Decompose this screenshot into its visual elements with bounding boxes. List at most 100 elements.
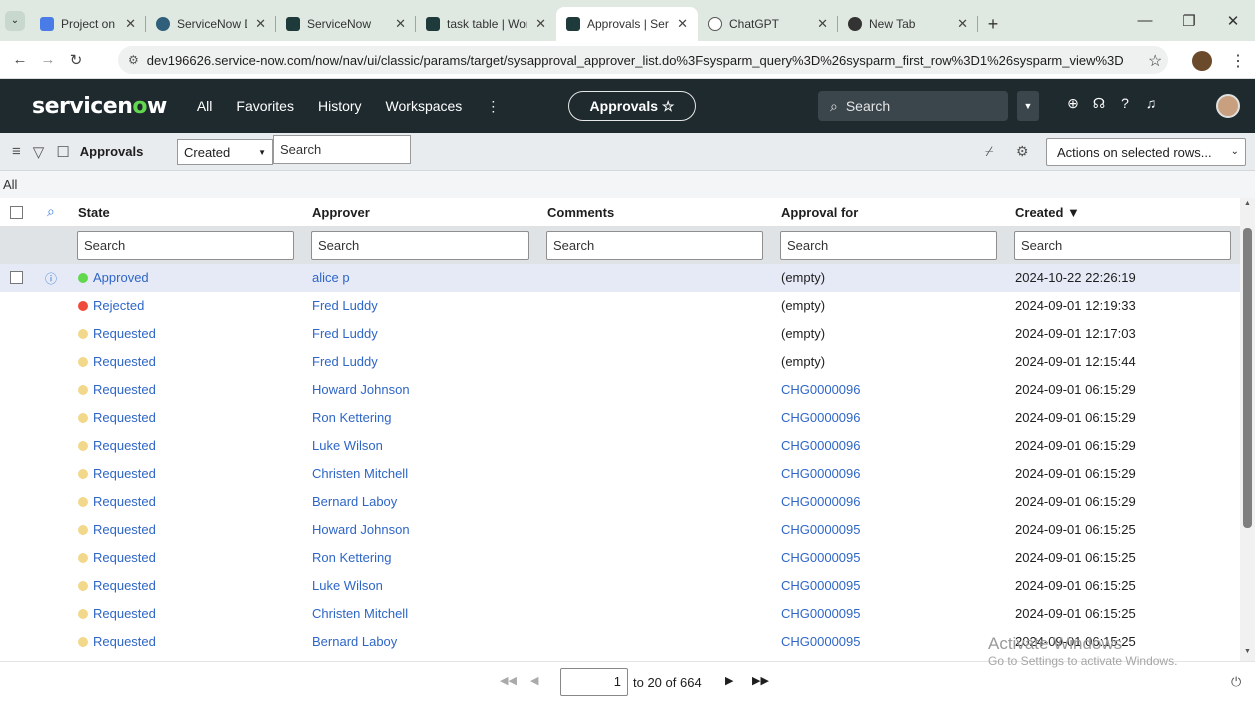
select-all-checkbox[interactable] bbox=[10, 206, 23, 219]
state-cell[interactable]: Requested bbox=[78, 326, 156, 341]
forward-arrow-icon[interactable]: → bbox=[34, 51, 62, 68]
approver-cell[interactable]: Howard Johnson bbox=[312, 522, 410, 537]
approver-cell[interactable]: Luke Wilson bbox=[312, 438, 383, 453]
back-arrow-icon[interactable]: ← bbox=[6, 51, 34, 68]
state-cell[interactable]: Requested bbox=[78, 354, 156, 369]
column-created[interactable]: Created ▼ bbox=[1015, 205, 1080, 220]
user-avatar[interactable] bbox=[1216, 94, 1240, 118]
info-icon[interactable]: ⓘ bbox=[45, 270, 57, 287]
tab-search-button[interactable]: ⌄ bbox=[0, 0, 30, 41]
approval-for-cell[interactable]: CHG0000095 bbox=[781, 550, 861, 565]
power-icon[interactable]: ⏻ bbox=[1231, 674, 1241, 690]
first-page-icon[interactable]: ◀◀ bbox=[500, 674, 517, 687]
reload-icon[interactable]: ↻ bbox=[62, 51, 90, 69]
state-cell[interactable]: Rejected bbox=[78, 298, 144, 313]
state-cell[interactable]: Requested bbox=[78, 606, 156, 621]
approval-for-cell[interactable]: CHG0000095 bbox=[781, 606, 861, 621]
approval-for-cell[interactable]: CHG0000096 bbox=[781, 494, 861, 509]
menu-all[interactable]: All bbox=[197, 98, 213, 115]
context-pill-approvals[interactable]: Approvals ☆ bbox=[568, 91, 696, 121]
table-row[interactable]: Requested Ron Kettering CHG0000095 2024-09-… bbox=[0, 544, 1240, 572]
comment-icon[interactable]: ☐ bbox=[56, 143, 69, 161]
browser-tab-3[interactable]: ServiceNow ✕ bbox=[276, 7, 416, 41]
approver-cell[interactable]: Luke Wilson bbox=[312, 578, 383, 593]
approver-cell[interactable]: Bernard Laboy bbox=[312, 634, 397, 649]
restore-icon[interactable]: ❐ bbox=[1167, 0, 1211, 41]
browser-menu-icon[interactable]: ⋮ bbox=[1230, 51, 1246, 71]
state-cell[interactable]: Requested bbox=[78, 438, 156, 453]
close-icon[interactable]: ✕ bbox=[255, 16, 266, 32]
column-approver[interactable]: Approver bbox=[312, 205, 370, 220]
close-icon[interactable]: ✕ bbox=[125, 16, 136, 32]
approval-for-cell[interactable]: CHG0000096 bbox=[781, 438, 861, 453]
approver-cell[interactable]: Christen Mitchell bbox=[312, 466, 408, 481]
help-icon[interactable]: ? bbox=[1112, 95, 1138, 112]
breadcrumb-all[interactable]: All bbox=[3, 177, 17, 192]
approver-cell[interactable]: Fred Luddy bbox=[312, 326, 378, 341]
approver-cell[interactable]: Ron Kettering bbox=[312, 410, 392, 425]
table-row[interactable]: Requested Christen Mitchell CHG0000095 2024… bbox=[0, 600, 1240, 628]
approval-for-cell[interactable]: CHG0000095 bbox=[781, 522, 861, 537]
table-row[interactable]: Requested Christen Mitchell CHG0000096 2024… bbox=[0, 460, 1240, 488]
column-approval-for[interactable]: Approval for bbox=[781, 205, 858, 220]
page-number-input[interactable]: 1 bbox=[560, 668, 628, 696]
state-search-input[interactable]: Search bbox=[77, 231, 294, 260]
approval-for-cell[interactable]: CHG0000096 bbox=[781, 410, 861, 425]
table-row[interactable]: ⓘ Approved alice p (empty) 2024-10-22 22:26:… bbox=[0, 264, 1240, 292]
browser-tab-4[interactable]: task table | Work ✕ bbox=[416, 7, 556, 41]
browser-tab-approvals[interactable]: Approvals | Serv ✕ bbox=[556, 7, 698, 41]
settings-gear-icon[interactable]: ⚙ bbox=[1016, 143, 1029, 160]
table-row[interactable]: Requested Ron Kettering CHG0000096 2024-09-… bbox=[0, 404, 1240, 432]
table-row[interactable]: Requested Fred Luddy (empty) 2024-09-01 12:… bbox=[0, 348, 1240, 376]
browser-tab-1[interactable]: Project on user.g ✕ bbox=[30, 7, 146, 41]
approver-search-input[interactable]: Search bbox=[311, 231, 529, 260]
close-icon[interactable]: ✕ bbox=[817, 16, 828, 32]
menu-history[interactable]: History bbox=[318, 98, 362, 115]
state-cell[interactable]: Requested bbox=[78, 634, 156, 649]
approver-cell[interactable]: Fred Luddy bbox=[312, 298, 378, 313]
table-row[interactable]: Requested Luke Wilson CHG0000095 2024-09-01… bbox=[0, 572, 1240, 600]
table-row[interactable]: Rejected Fred Luddy (empty) 2024-09-01 12:1… bbox=[0, 292, 1240, 320]
state-cell[interactable]: Requested bbox=[78, 522, 156, 537]
last-page-icon[interactable]: ▶▶ bbox=[752, 674, 769, 687]
next-page-icon[interactable]: ▶ bbox=[725, 674, 733, 687]
table-row[interactable]: Requested Fred Luddy (empty) 2024-09-01 12:… bbox=[0, 320, 1240, 348]
personalize-icon[interactable]: ⌿ bbox=[985, 143, 993, 160]
state-cell[interactable]: Requested bbox=[78, 466, 156, 481]
row-checkbox[interactable] bbox=[10, 271, 23, 284]
approval-for-search-input[interactable]: Search bbox=[780, 231, 997, 260]
state-cell[interactable]: Requested bbox=[78, 382, 156, 397]
close-icon[interactable]: ✕ bbox=[677, 16, 688, 32]
column-state[interactable]: State bbox=[78, 205, 110, 220]
close-window-icon[interactable]: ✕ bbox=[1211, 0, 1255, 41]
global-search[interactable]: ⌕ Search bbox=[818, 91, 1008, 121]
close-icon[interactable]: ✕ bbox=[957, 16, 968, 32]
approver-cell[interactable]: Ron Kettering bbox=[312, 550, 392, 565]
table-row[interactable]: Requested Howard Johnson CHG0000096 2024-09… bbox=[0, 376, 1240, 404]
approval-for-cell[interactable]: CHG0000095 bbox=[781, 634, 861, 649]
actions-select[interactable]: Actions on selected rows... ⌄ bbox=[1046, 138, 1246, 166]
search-scope-dropdown[interactable]: ▼ bbox=[1017, 91, 1039, 121]
approver-cell[interactable]: Christen Mitchell bbox=[312, 606, 408, 621]
chat-icon[interactable]: ☊ bbox=[1086, 95, 1112, 112]
approver-cell[interactable]: Bernard Laboy bbox=[312, 494, 397, 509]
scrollbar-thumb[interactable] bbox=[1243, 228, 1252, 528]
comments-search-input[interactable]: Search bbox=[546, 231, 763, 260]
site-info-icon[interactable]: ⚙ bbox=[128, 53, 139, 67]
list-search-input[interactable]: Search bbox=[273, 135, 411, 164]
close-icon[interactable]: ✕ bbox=[535, 16, 546, 32]
approval-for-cell[interactable]: CHG0000095 bbox=[781, 578, 861, 593]
search-icon[interactable]: ⌕ bbox=[47, 203, 55, 220]
created-search-input[interactable]: Search bbox=[1014, 231, 1231, 260]
browser-tab-2[interactable]: ServiceNow Dev ✕ bbox=[146, 7, 276, 41]
close-icon[interactable]: ✕ bbox=[395, 16, 406, 32]
state-cell[interactable]: Requested bbox=[78, 410, 156, 425]
hamburger-icon[interactable]: ≡ bbox=[12, 143, 21, 160]
table-row[interactable]: Requested Bernard Laboy CHG0000096 2024-09-… bbox=[0, 488, 1240, 516]
scroll-down-icon[interactable]: ▼ bbox=[1244, 648, 1251, 655]
bookmark-star-icon[interactable]: ☆ bbox=[1148, 51, 1162, 71]
approver-cell[interactable]: alice p bbox=[312, 270, 350, 285]
state-cell[interactable]: Requested bbox=[78, 578, 156, 593]
menu-workspaces[interactable]: Workspaces bbox=[386, 98, 463, 115]
approver-cell[interactable]: Fred Luddy bbox=[312, 354, 378, 369]
